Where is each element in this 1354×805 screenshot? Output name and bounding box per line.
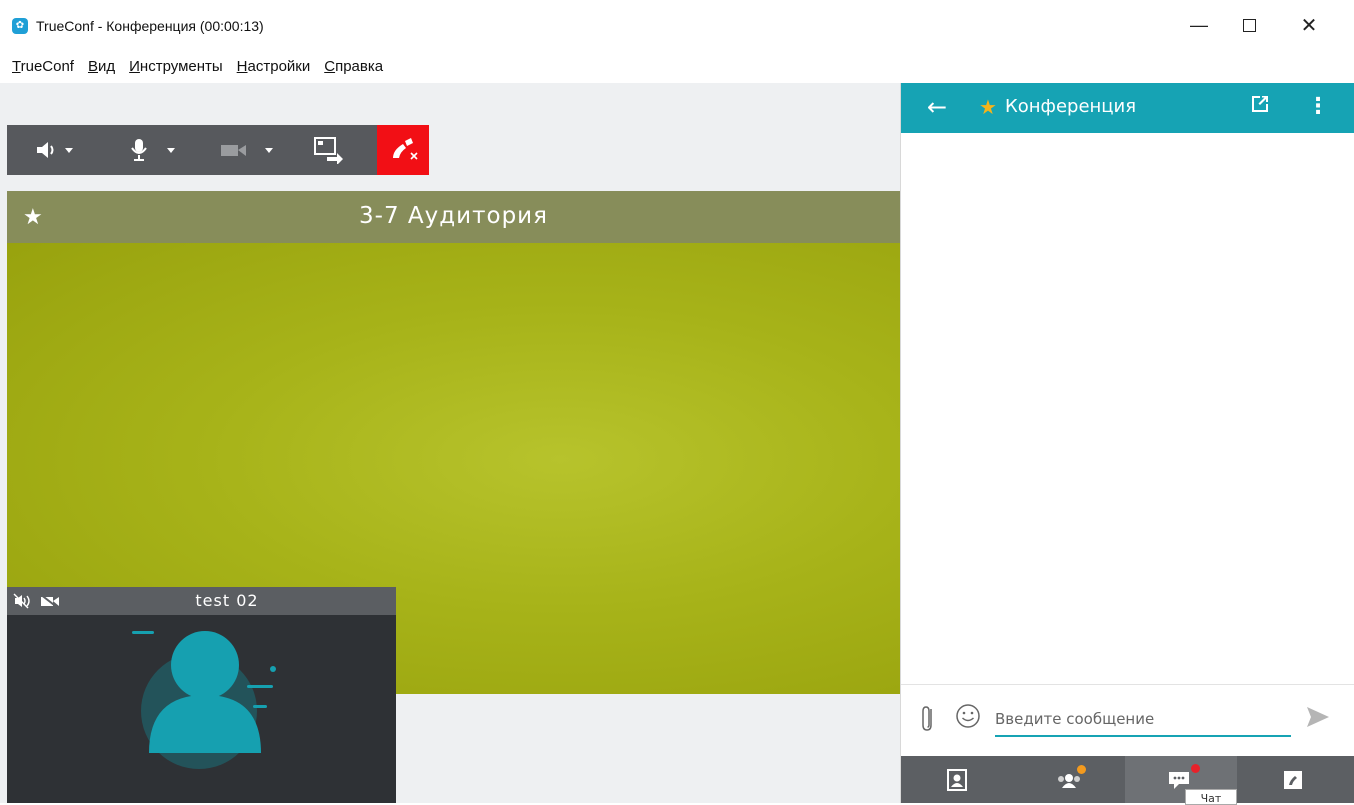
menu-bar: TrueConf Вид Инструменты Настройки Справ…	[12, 58, 397, 80]
chat-title: Конференция	[1005, 96, 1137, 117]
menu-mnemonic: С	[324, 58, 336, 75]
menu-tools[interactable]: Инструменты	[129, 58, 223, 80]
menu-mnemonic: В	[87, 58, 98, 75]
chat-panel: ← ★ Конференция ⋮ Введите сообщение Чат	[900, 83, 1354, 805]
speaker-button[interactable]	[33, 125, 75, 175]
minimize-icon: —	[1190, 14, 1208, 35]
menu-mnemonic: T	[12, 58, 21, 75]
microphone-icon	[131, 139, 175, 161]
bottom-navigation: Чат	[901, 756, 1354, 805]
menu-label: правка	[335, 58, 384, 75]
menu-mnemonic: Н	[236, 58, 248, 75]
send-icon	[1307, 707, 1329, 727]
nav-call[interactable]	[1237, 756, 1349, 803]
conference-area: ★ 3-7 Аудитория test 02	[0, 83, 900, 803]
more-options-icon[interactable]: ⋮	[1307, 93, 1329, 121]
chat-badge	[1191, 764, 1200, 773]
emoji-button[interactable]	[955, 703, 981, 733]
menu-label: астройки	[247, 58, 311, 75]
window-title: TrueConf - Конференция (00:00:13)	[36, 18, 264, 34]
share-screen-button[interactable]	[313, 125, 343, 175]
self-view-name: test 02	[195, 591, 259, 610]
favorite-star-icon: ★	[979, 95, 997, 119]
close-button[interactable]: ✕	[1286, 10, 1332, 40]
emoji-icon	[956, 704, 980, 728]
maximize-button[interactable]	[1226, 10, 1272, 40]
nav-contacts[interactable]	[901, 756, 1013, 803]
call-icon	[1284, 770, 1302, 789]
microphone-button[interactable]	[127, 125, 179, 175]
share-screen-icon	[314, 137, 343, 164]
message-composer	[901, 684, 1354, 755]
call-toolbar	[7, 125, 429, 175]
conference-header: ★ 3-7 Аудитория	[7, 191, 900, 243]
attachment-icon	[922, 706, 932, 731]
menu-trueconf[interactable]: TrueConf	[12, 58, 74, 80]
camera-button[interactable]	[219, 125, 277, 175]
send-button[interactable]	[1305, 705, 1331, 733]
menu-label: rueConf	[20, 58, 74, 75]
hangup-icon	[393, 138, 418, 160]
open-external-button[interactable]	[1249, 93, 1271, 119]
menu-settings[interactable]: Настройки	[237, 58, 311, 80]
chat-messages-area	[901, 133, 1354, 681]
contacts-icon	[947, 768, 967, 791]
menu-view[interactable]: Вид	[88, 58, 115, 80]
chat-header: ← ★ Конференция ⋮	[901, 83, 1354, 133]
window-titlebar: ✿ TrueConf - Конференция (00:00:13) — ✕	[0, 0, 1354, 54]
trueconf-logo-icon: ✿	[12, 18, 28, 34]
menu-help[interactable]: Справка	[324, 58, 383, 80]
self-view-header: test 02	[7, 587, 396, 615]
back-arrow-icon[interactable]: ←	[927, 93, 947, 121]
minimize-button[interactable]: —	[1176, 10, 1222, 40]
menu-mnemonic: И	[129, 58, 140, 75]
hangup-button[interactable]	[377, 125, 429, 175]
nav-participants[interactable]	[1013, 756, 1125, 803]
avatar-icon	[132, 631, 276, 769]
menu-label: ид	[98, 58, 116, 75]
attachment-button[interactable]	[921, 703, 937, 737]
message-input[interactable]	[995, 703, 1291, 737]
participants-badge	[1077, 765, 1086, 774]
close-icon: ✕	[1300, 14, 1318, 37]
camera-icon	[221, 145, 273, 156]
maximize-icon	[1242, 18, 1256, 32]
open-external-icon	[1252, 96, 1268, 112]
conference-title: 3-7 Аудитория	[359, 203, 548, 229]
self-view-window[interactable]: test 02	[7, 587, 396, 803]
speaker-icon	[37, 142, 73, 158]
menu-label: нструменты	[139, 58, 223, 75]
